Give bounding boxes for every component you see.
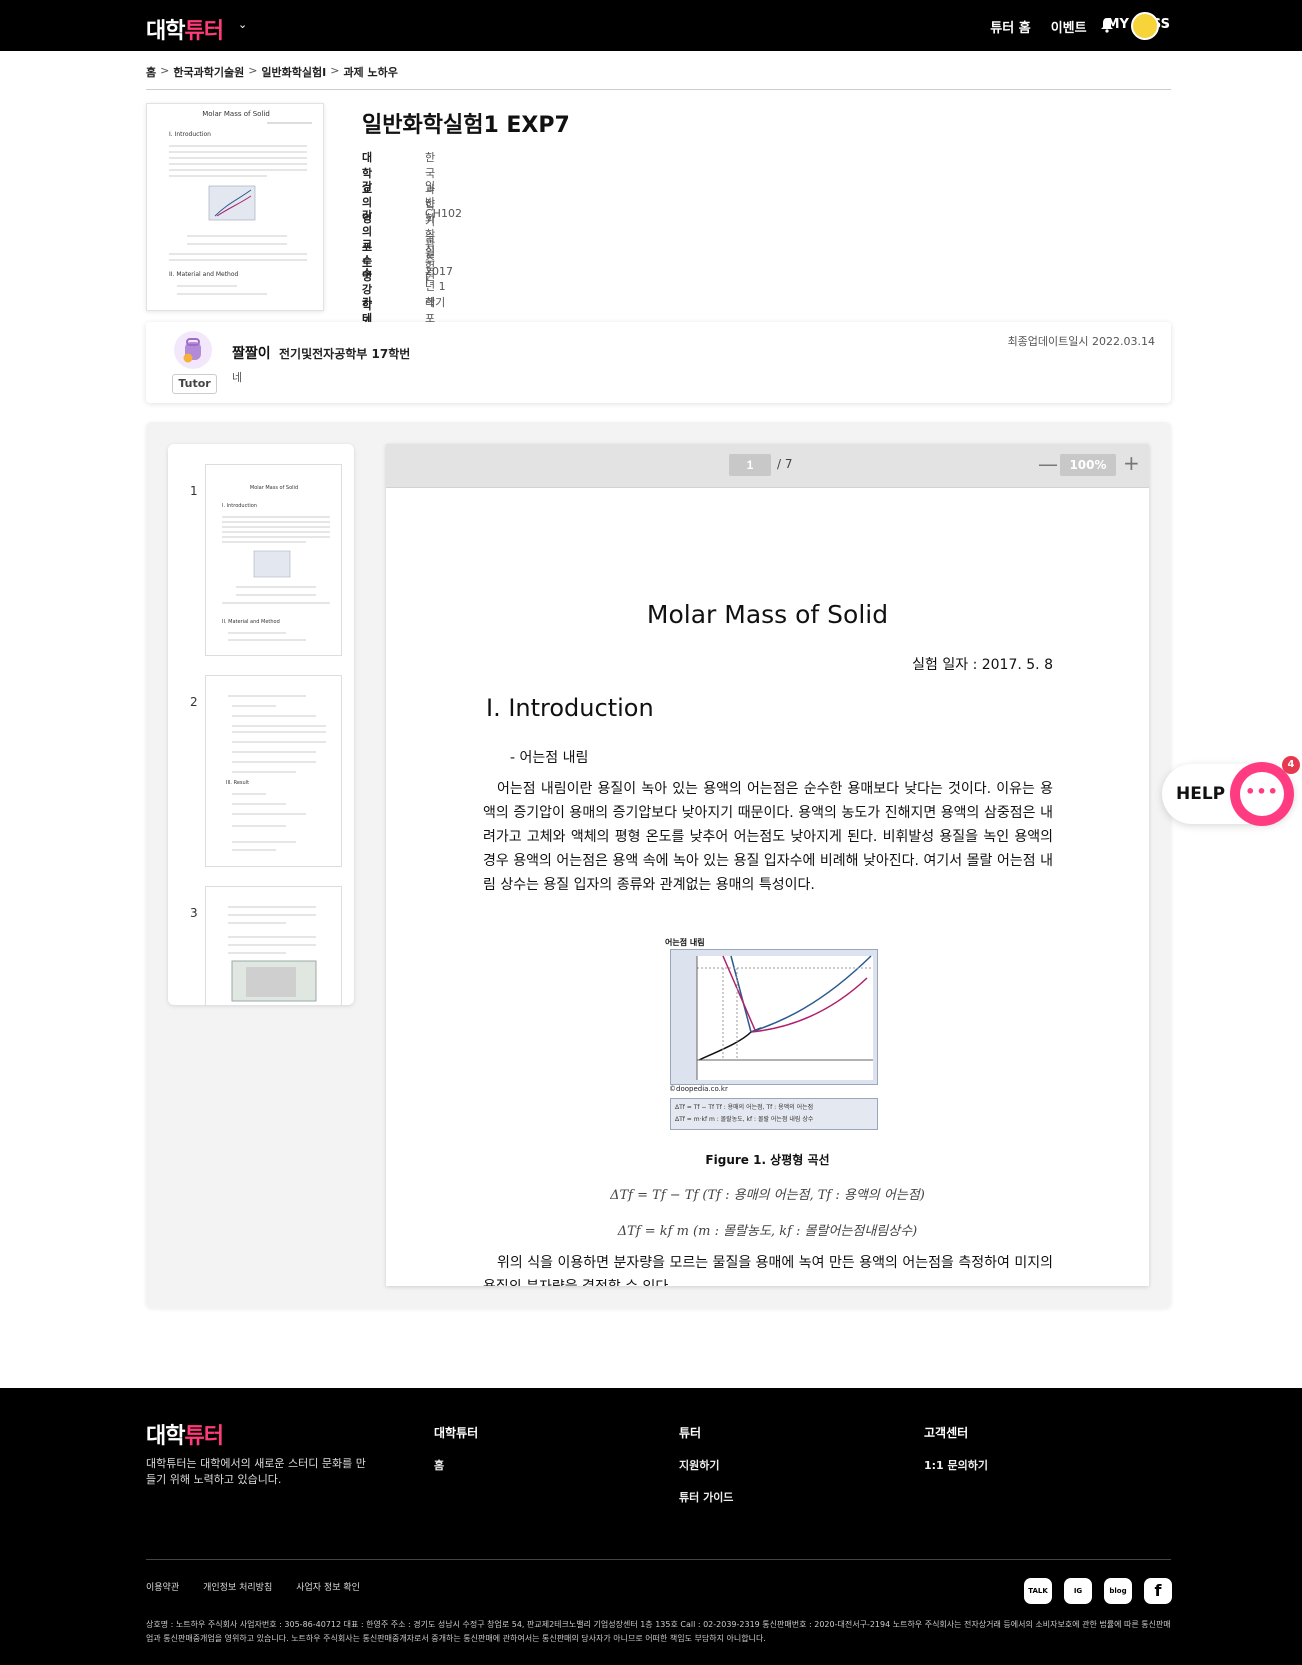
svg-text:Molar Mass of Solid: Molar Mass of Solid: [250, 485, 298, 491]
logo[interactable]: 대학튜터: [146, 13, 224, 45]
facebook-icon[interactable]: f: [1144, 1578, 1172, 1604]
kakaotalk-icon[interactable]: TALK: [1024, 1578, 1052, 1604]
page-thumbnail-list[interactable]: 1 Molar Mass of Solid I. Introduction II…: [168, 444, 354, 1005]
thumbnail-page-number: 2: [190, 695, 198, 709]
social-links: TALK IG blog f: [1024, 1578, 1172, 1604]
pdf-date: 실험 일자 : 2017. 5. 8: [912, 657, 1053, 673]
tutor-badge: Tutor: [172, 374, 217, 394]
footer-column-tutor: 튜터 지원하기 튜터 가이드: [679, 1426, 734, 1505]
document-viewer: 1 Molar Mass of Solid I. Introduction II…: [146, 422, 1171, 1308]
breadcrumb-university[interactable]: 한국과학기술원: [173, 64, 244, 80]
pdf-title: Molar Mass of Solid: [646, 600, 889, 629]
divider: [146, 1559, 1171, 1560]
figure-caption: Figure 1. 상평형 곡선: [705, 1153, 830, 1167]
footer-link-terms[interactable]: 이용약관: [146, 1580, 179, 1593]
zoom-level[interactable]: 100%: [1060, 454, 1116, 476]
chat-bubble-icon: •••: [1240, 772, 1284, 816]
user-avatar[interactable]: [1131, 12, 1159, 40]
bell-icon[interactable]: [1100, 17, 1114, 33]
notification-badge: 4: [1282, 756, 1300, 774]
thumbnail-page-number: 1: [190, 484, 198, 498]
document-title: 일반화학실험1 EXP7: [362, 113, 570, 138]
thumbnail-page-2[interactable]: III. Result: [205, 675, 342, 867]
pdf-page-panel[interactable]: / 7 — 100% + Molar Mass of Solid 실험 일자 :…: [386, 444, 1149, 1286]
tutor-card: Tutor 짤짤이 전기및전자공학부 17학번 네 최종업데이트일시 2022.…: [146, 322, 1171, 403]
nav-tutor-home[interactable]: 튜터 홈: [990, 17, 1030, 36]
chevron-right-icon: >: [330, 64, 340, 77]
chevron-down-icon[interactable]: ⌄: [1163, 19, 1171, 30]
tutor-avatar[interactable]: [174, 331, 212, 369]
nav-event[interactable]: 이벤트: [1051, 17, 1087, 36]
svg-text:II. Material and Method: II. Material and Method: [222, 619, 280, 625]
page-thumbnail[interactable]: 2 III. Result: [168, 675, 354, 875]
footer: 대학튜터 대학튜터는 대학에서의 새로운 스터디 문화를 만들기 위해 노력하고…: [0, 1388, 1302, 1665]
pdf-section-heading: Ⅰ. Introduction: [486, 694, 654, 722]
page-thumbnail[interactable]: 3: [168, 886, 354, 1005]
zoom-out-button[interactable]: —: [1038, 452, 1058, 476]
phase-diagram-figure: [670, 949, 878, 1085]
breadcrumb: 홈 > 한국과학기술원 > 일반화학실험I > 과제 노하우: [146, 64, 398, 80]
footer-column-support: 고객센터 1:1 문의하기: [924, 1426, 989, 1473]
chevron-right-icon: >: [160, 64, 170, 77]
pdf-paragraph: 위의 식을 이용하면 분자량을 모르는 물질을 용매에 녹여 만든 용액의 어는…: [483, 1255, 1053, 1286]
svg-text:Molar Mass of Solid: Molar Mass of Solid: [202, 110, 270, 118]
breadcrumb-category[interactable]: 과제 노하우: [343, 64, 397, 80]
figure-legend: ΔTf = Tf − Tf Tf : 용매의 어는점, Tf : 용액의 어는점…: [670, 1098, 878, 1130]
pdf-toolbar: / 7 — 100% +: [386, 444, 1149, 488]
footer-link-tutor-guide[interactable]: 튜터 가이드: [679, 1489, 733, 1505]
footer-column-daehaktutor: 대학튜터 홈: [434, 1426, 479, 1473]
footer-link-privacy[interactable]: 개인정보 처리방침: [203, 1580, 272, 1593]
divider: [146, 89, 1171, 90]
footer-legal-text: 상호명 : 노트하우 주식회사 사업자번호 : 305-86-40712 대표 …: [146, 1620, 1171, 1643]
equation-2: ΔTf = kf m (m : 몰랄농도, kf : 몰랄어는점내림상수): [617, 1224, 918, 1239]
thumbnail-page-3[interactable]: [205, 886, 342, 1005]
equation-1: ΔTf = Tf − Tf (Tf : 용매의 어는점, Tf : 용액의 어는…: [610, 1188, 925, 1203]
top-navbar: 대학튜터 ⌄ 튜터 홈 이벤트 MY PASS ⌄: [0, 0, 1302, 51]
page-number-input[interactable]: [729, 454, 771, 476]
chevron-right-icon: >: [248, 64, 258, 77]
footer-legal-links: 이용약관 개인정보 처리방침 사업자 정보 확인: [146, 1580, 360, 1593]
tutor-name[interactable]: 짤짤이: [232, 343, 271, 363]
figure-label: 어는점 내림: [665, 938, 705, 947]
figure-credit: ©doopedia.co.kr: [669, 1085, 728, 1093]
thumbnail-page-number: 3: [190, 906, 198, 920]
blog-icon[interactable]: blog: [1104, 1578, 1132, 1604]
footer-link-apply[interactable]: 지원하기: [679, 1457, 733, 1473]
tutor-department: 전기및전자공학부 17학번: [279, 347, 411, 361]
svg-text:II. Material and Method: II. Material and Method: [169, 271, 239, 278]
help-label[interactable]: HELP: [1176, 784, 1225, 804]
page-thumbnail[interactable]: 1 Molar Mass of Solid I. Introduction II…: [168, 464, 354, 664]
instagram-icon[interactable]: IG: [1064, 1578, 1092, 1604]
footer-link-business-info[interactable]: 사업자 정보 확인: [296, 1580, 360, 1593]
zoom-in-button[interactable]: +: [1123, 451, 1140, 475]
document-cover-thumbnail: Molar Mass of Solid I. Introduction II. …: [146, 103, 324, 311]
chevron-down-icon[interactable]: ⌄: [238, 18, 247, 31]
page-total: / 7: [777, 457, 793, 471]
footer-logo[interactable]: 대학튜터: [146, 1418, 224, 1450]
footer-link-home[interactable]: 홈: [434, 1457, 478, 1473]
svg-text:I. Introduction: I. Introduction: [222, 503, 257, 509]
help-widget[interactable]: HELP ••• 4: [1162, 756, 1300, 826]
last-updated: 최종업데이트일시 2022.03.14: [1007, 335, 1155, 348]
breadcrumb-home[interactable]: 홈: [146, 64, 156, 80]
tutor-message: 네: [232, 371, 243, 384]
svg-text:III. Result: III. Result: [226, 780, 249, 786]
svg-text:I. Introduction: I. Introduction: [169, 131, 211, 138]
footer-link-inquiry[interactable]: 1:1 문의하기: [924, 1457, 988, 1473]
pdf-paragraph: 어는점 내림이란 용질이 녹아 있는 용액의 어는점은 순수한 용매보다 낮다는…: [483, 781, 1053, 893]
footer-description: 대학튜터는 대학에서의 새로운 스터디 문화를 만들기 위해 노력하고 있습니다…: [146, 1457, 366, 1486]
thumbnail-page-1[interactable]: Molar Mass of Solid I. Introduction II. …: [205, 464, 342, 656]
pdf-bullet: - 어는점 내림: [510, 750, 589, 766]
breadcrumb-course[interactable]: 일반화학실험I: [261, 64, 326, 80]
